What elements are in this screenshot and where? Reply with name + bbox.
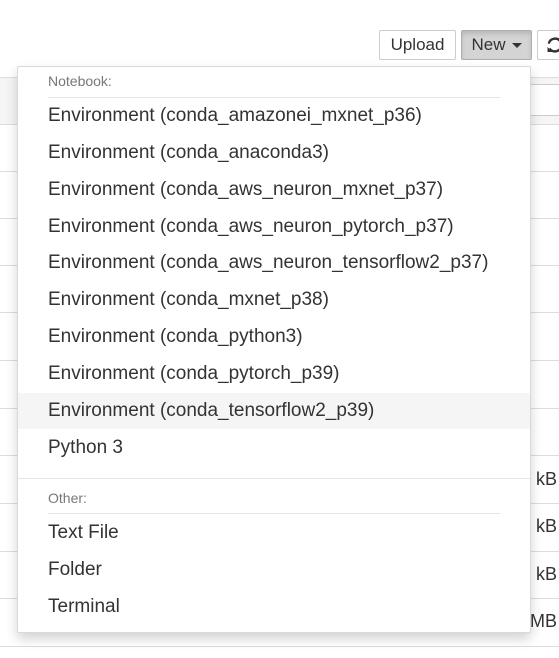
- caret-down-icon: [511, 42, 522, 48]
- refresh-button[interactable]: [537, 30, 559, 60]
- menu-item-conda-amazonei-mxnet-p36[interactable]: Environment (conda_amazonei_mxnet_p36): [18, 98, 530, 134]
- other-section-header: Other:: [48, 490, 87, 506]
- section-divider: [48, 513, 500, 514]
- upload-button-label: Upload: [390, 35, 445, 54]
- file-size: MB: [530, 611, 557, 631]
- menu-item-folder[interactable]: Folder: [18, 552, 530, 588]
- menu-divider: [18, 478, 530, 479]
- jupyter-file-browser: Upload New te kB kB kB MB Notebook: Envi…: [0, 0, 559, 658]
- menu-item-conda-aws-neuron-pytorch-p37[interactable]: Environment (conda_aws_neuron_pytorch_p3…: [18, 209, 530, 245]
- menu-item-terminal[interactable]: Terminal: [18, 589, 530, 625]
- upload-button[interactable]: Upload: [379, 30, 456, 60]
- menu-item-conda-mxnet-p38[interactable]: Environment (conda_mxnet_p38): [18, 282, 530, 318]
- new-button-label: New: [471, 35, 506, 54]
- new-button[interactable]: New: [461, 30, 532, 60]
- menu-item-python-3[interactable]: Python 3: [18, 430, 530, 466]
- menu-item-conda-python3[interactable]: Environment (conda_python3): [18, 319, 530, 355]
- table-row-divider: [0, 646, 559, 647]
- file-size: kB: [535, 516, 557, 536]
- refresh-icon: [547, 37, 559, 53]
- file-size: kB: [535, 469, 557, 489]
- menu-item-conda-aws-neuron-mxnet-p37[interactable]: Environment (conda_aws_neuron_mxnet_p37): [18, 172, 530, 208]
- notebook-section-header: Notebook:: [48, 73, 112, 89]
- menu-item-text-file[interactable]: Text File: [18, 515, 530, 551]
- menu-item-conda-aws-neuron-tensorflow2-p37[interactable]: Environment (conda_aws_neuron_tensorflow…: [18, 245, 530, 281]
- menu-item-conda-tensorflow2-p39[interactable]: Environment (conda_tensorflow2_p39): [18, 393, 530, 429]
- menu-item-conda-anaconda3[interactable]: Environment (conda_anaconda3): [18, 135, 530, 171]
- menu-item-conda-pytorch-p39[interactable]: Environment (conda_pytorch_p39): [18, 356, 530, 392]
- new-dropdown-menu: Notebook: Environment (conda_amazonei_mx…: [17, 66, 531, 633]
- file-size: kB: [535, 564, 557, 584]
